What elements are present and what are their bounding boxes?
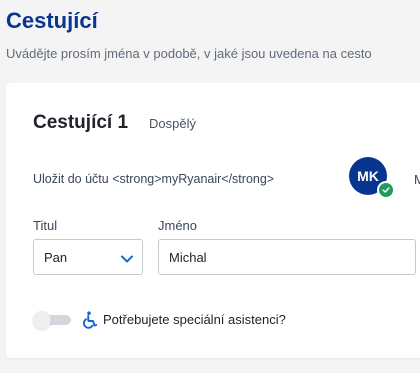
page-subtitle: Uvádějte prosím jména v podobě, v jaké j…: [6, 46, 372, 61]
assistance-label[interactable]: Potřebujete speciální asistenci?: [103, 312, 286, 327]
title-select[interactable]: Pan: [33, 239, 143, 275]
passenger-card: Cestující 1 Dospělý Uložit do účtu <stro…: [6, 83, 420, 358]
page-title: Cestující: [6, 8, 98, 33]
passenger-title: Cestující 1: [33, 112, 129, 133]
first-name-field[interactable]: [158, 239, 416, 275]
title-field-label: Titul: [33, 218, 58, 233]
name-field-label: Jméno: [158, 218, 198, 233]
passenger-type-badge: Dospělý: [149, 116, 196, 131]
title-select-value: Pan: [44, 250, 68, 265]
toggle-knob: [33, 311, 51, 329]
avatar-name: M: [414, 172, 420, 187]
save-to-account-label[interactable]: Uložit do účtu <strong>myRyanair</strong…: [33, 172, 274, 186]
chevron-down-icon: [120, 251, 134, 269]
check-icon: [377, 181, 395, 199]
assistance-toggle[interactable]: [33, 311, 71, 329]
wheelchair-icon: [82, 311, 98, 334]
avatar-initials: MK: [357, 168, 379, 184]
